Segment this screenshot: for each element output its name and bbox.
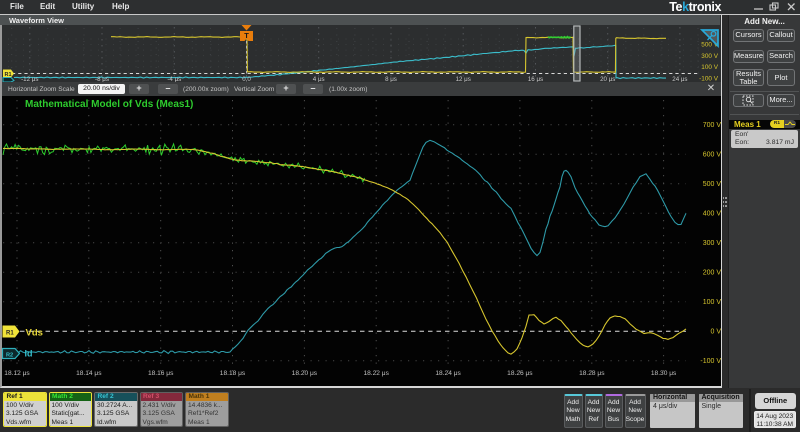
svg-text:18.20 μs: 18.20 μs bbox=[292, 370, 318, 377]
svg-text:T: T bbox=[244, 31, 249, 40]
svg-text:18.16 μs: 18.16 μs bbox=[148, 370, 174, 377]
svg-text:100 V: 100 V bbox=[703, 299, 721, 306]
svg-text:700 V: 700 V bbox=[703, 122, 721, 129]
svg-text:Vds: Vds bbox=[26, 328, 43, 339]
svg-text:18.18 μs: 18.18 μs bbox=[220, 370, 246, 377]
svg-text:18.22 μs: 18.22 μs bbox=[363, 370, 389, 377]
svg-text:100 V: 100 V bbox=[701, 64, 718, 71]
svg-text:400 V: 400 V bbox=[703, 211, 721, 218]
svg-text:18.12 μs: 18.12 μs bbox=[4, 370, 30, 377]
svg-text:0 V: 0 V bbox=[710, 329, 721, 336]
svg-text:Id: Id bbox=[25, 349, 33, 359]
svg-text:18.24 μs: 18.24 μs bbox=[435, 370, 461, 377]
svg-text:300 V: 300 V bbox=[701, 53, 718, 60]
svg-text:R1: R1 bbox=[6, 331, 14, 337]
svg-text:200 V: 200 V bbox=[703, 270, 721, 277]
svg-text:18.30 μs: 18.30 μs bbox=[651, 370, 677, 377]
svg-text:500 V: 500 V bbox=[703, 181, 721, 188]
svg-text:-100 V: -100 V bbox=[700, 358, 721, 365]
svg-text:R2: R2 bbox=[6, 352, 13, 358]
svg-text:18.26 μs: 18.26 μs bbox=[507, 370, 533, 377]
svg-text:600 V: 600 V bbox=[703, 152, 721, 159]
svg-text:18.28 μs: 18.28 μs bbox=[579, 370, 605, 377]
svg-text:18.14 μs: 18.14 μs bbox=[76, 370, 102, 377]
svg-text:300 V: 300 V bbox=[703, 240, 721, 247]
